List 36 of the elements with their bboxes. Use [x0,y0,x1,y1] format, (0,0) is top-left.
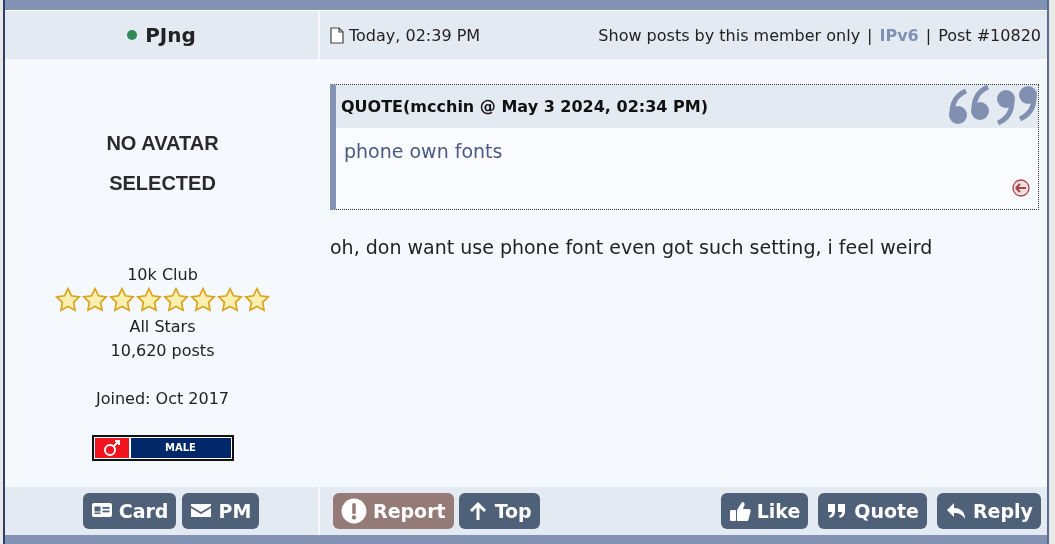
separator: | [867,25,873,45]
document-icon [330,26,344,44]
exclamation-icon [341,498,367,524]
star-icon [244,287,270,313]
action-button[interactable]: Like [720,493,809,529]
star-icon [109,287,135,313]
star-icon [190,287,216,313]
action-button[interactable]: PM [182,493,260,529]
header-link[interactable]: Show posts by this member only [598,25,861,45]
action-button[interactable]: Card [82,493,177,529]
gender-label: MALE [128,438,231,458]
post-count: 10,620 posts [110,340,215,362]
separator: | [925,25,932,45]
quote-title: QUOTE(mcchin @ May 3 2024, 02:34 PM) [341,97,708,116]
star-icon [55,287,81,313]
action-button[interactable]: Reply [937,493,1041,529]
star-icon [136,287,162,313]
header-link[interactable]: Post #10820 [938,25,1041,45]
post-date: Today, 02:39 PM [349,25,481,45]
thumbs-up-icon [728,500,751,522]
star-icon [163,287,189,313]
star-icon [217,287,243,313]
quote-text: phone own fonts [344,140,504,162]
star-icon [82,287,108,313]
join-date: Joined: Oct 2017 [95,388,229,410]
action-button[interactable]: Top [458,493,540,529]
member-group: 10k Club [127,263,198,287]
post-message: oh, don want use phone font even got such setting, i feel weird [330,236,934,258]
male-symbol-icon [94,438,129,458]
ip-version-label: IPv6 [879,25,919,45]
username-link[interactable]: PJng [145,23,196,47]
member-rank: All Stars [129,316,196,338]
action-button[interactable]: Quote [818,493,927,529]
back-arrow-icon[interactable] [1012,179,1030,197]
report-button[interactable]: Report [333,493,454,529]
no-avatar-text: NO AVATAR SELECTED [106,131,219,196]
